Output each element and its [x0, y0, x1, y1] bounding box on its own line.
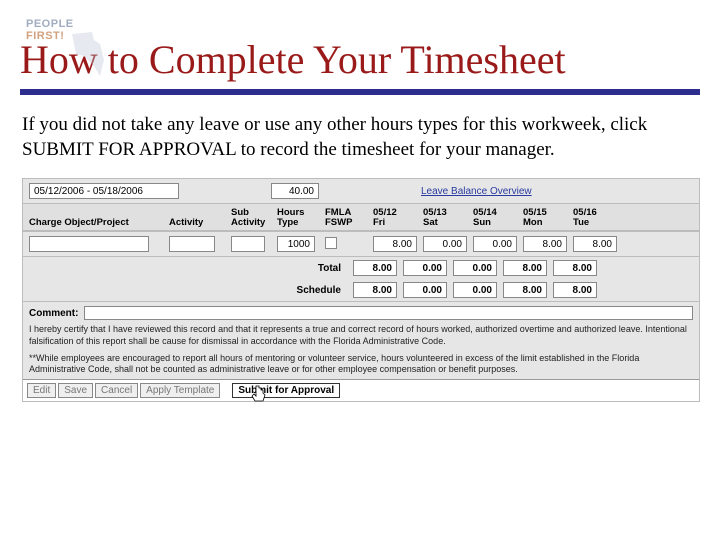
timesheet-row: 1000 8.00 0.00 0.00 8.00 8.00 — [23, 231, 699, 256]
hours-input-1[interactable]: 0.00 — [423, 236, 467, 252]
hours-input-4[interactable]: 8.00 — [573, 236, 617, 252]
timesheet-screenshot: 05/12/2006 - 05/18/2006 40.00 Leave Bala… — [22, 178, 700, 402]
edit-button[interactable]: Edit — [27, 383, 56, 398]
submit-for-approval-button[interactable]: Submit for Approval — [232, 383, 340, 398]
total-3: 8.00 — [503, 260, 547, 276]
activity-input[interactable] — [169, 236, 215, 252]
comment-input[interactable] — [84, 306, 693, 320]
hdr-day-4: 05/16Tue — [573, 208, 619, 228]
sched-0: 8.00 — [353, 282, 397, 298]
sub-activity-input[interactable] — [231, 236, 265, 252]
sched-1: 0.00 — [403, 282, 447, 298]
hdr-activity: Activity — [169, 217, 227, 228]
certification-text-1: I hereby certify that I have reviewed th… — [23, 322, 699, 351]
total-label: Total — [29, 263, 349, 274]
leave-balance-link[interactable]: Leave Balance Overview — [421, 186, 532, 197]
sched-4: 8.00 — [553, 282, 597, 298]
hdr-hours-type: Hours Type — [277, 208, 321, 228]
hdr-day-2: 05/14Sun — [473, 208, 519, 228]
total-0: 8.00 — [353, 260, 397, 276]
title-rule — [20, 89, 700, 95]
schedule-label: Schedule — [29, 285, 349, 296]
hdr-day-3: 05/15Mon — [523, 208, 569, 228]
total-hours-field: 40.00 — [271, 183, 319, 199]
hours-input-0[interactable]: 8.00 — [373, 236, 417, 252]
hours-input-2[interactable]: 0.00 — [473, 236, 517, 252]
certification-text-2: **While employees are encouraged to repo… — [23, 351, 699, 380]
hdr-fmla: FMLA FSWP — [325, 208, 369, 228]
sched-3: 8.00 — [503, 282, 547, 298]
column-headers: Charge Object/Project Activity Sub Activ… — [23, 203, 699, 231]
fmla-checkbox[interactable] — [325, 237, 337, 249]
hdr-day-1: 05/13Sat — [423, 208, 469, 228]
hdr-sub-activity: Sub Activity — [231, 208, 273, 228]
hdr-day-0: 05/12Fri — [373, 208, 419, 228]
total-4: 8.00 — [553, 260, 597, 276]
comment-label: Comment: — [29, 308, 78, 319]
hdr-charge: Charge Object/Project — [29, 217, 165, 228]
save-button[interactable]: Save — [58, 383, 93, 398]
instruction-text: If you did not take any leave or use any… — [22, 113, 696, 162]
total-row: Total 8.00 0.00 0.00 8.00 8.00 — [23, 256, 699, 279]
total-2: 0.00 — [453, 260, 497, 276]
button-bar: Edit Save Cancel Apply Template Submit f… — [23, 379, 699, 401]
sched-2: 0.00 — [453, 282, 497, 298]
hours-input-3[interactable]: 8.00 — [523, 236, 567, 252]
total-1: 0.00 — [403, 260, 447, 276]
charge-input[interactable] — [29, 236, 149, 252]
schedule-row: Schedule 8.00 0.00 0.00 8.00 8.00 — [23, 279, 699, 301]
page-title: How to Complete Your Timesheet — [20, 36, 700, 83]
hours-type-input[interactable]: 1000 — [277, 236, 315, 252]
apply-template-button[interactable]: Apply Template — [140, 383, 220, 398]
pay-period-field[interactable]: 05/12/2006 - 05/18/2006 — [29, 183, 179, 199]
cancel-button[interactable]: Cancel — [95, 383, 138, 398]
